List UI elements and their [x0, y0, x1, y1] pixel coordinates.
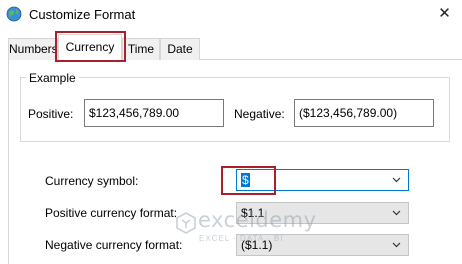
negative-format-label: Negative currency format:	[45, 238, 183, 252]
example-legend: Example	[26, 71, 79, 85]
close-icon: ✕	[438, 5, 451, 22]
negative-example-field: ($123,456,789.00)	[294, 99, 434, 127]
positive-format-value: $1.1	[241, 206, 265, 220]
chevron-down-icon[interactable]	[392, 208, 401, 217]
close-button[interactable]: ✕	[427, 0, 462, 30]
negative-format-value: ($1.1)	[241, 238, 273, 252]
tab-numbers[interactable]: Numbers	[8, 38, 58, 60]
currency-symbol-label: Currency symbol:	[45, 174, 139, 188]
negative-format-combobox[interactable]: ($1.1)	[236, 234, 409, 256]
globe-icon	[6, 6, 22, 22]
positive-example-field: $123,456,789.00	[84, 99, 224, 127]
chevron-down-icon[interactable]	[392, 240, 401, 249]
chevron-down-icon[interactable]	[392, 175, 401, 184]
tab-currency[interactable]: Currency	[58, 34, 122, 60]
positive-label: Positive:	[28, 107, 74, 121]
currency-symbol-value: $	[241, 173, 250, 187]
window-title: Customize Format	[29, 7, 136, 22]
tab-date[interactable]: Date	[160, 38, 200, 60]
positive-format-combobox[interactable]: $1.1	[236, 202, 409, 224]
positive-format-label: Positive currency format:	[45, 206, 178, 220]
currency-symbol-combobox[interactable]: $	[236, 169, 409, 191]
negative-label: Negative:	[234, 107, 285, 121]
tab-time[interactable]: Time	[122, 38, 160, 60]
